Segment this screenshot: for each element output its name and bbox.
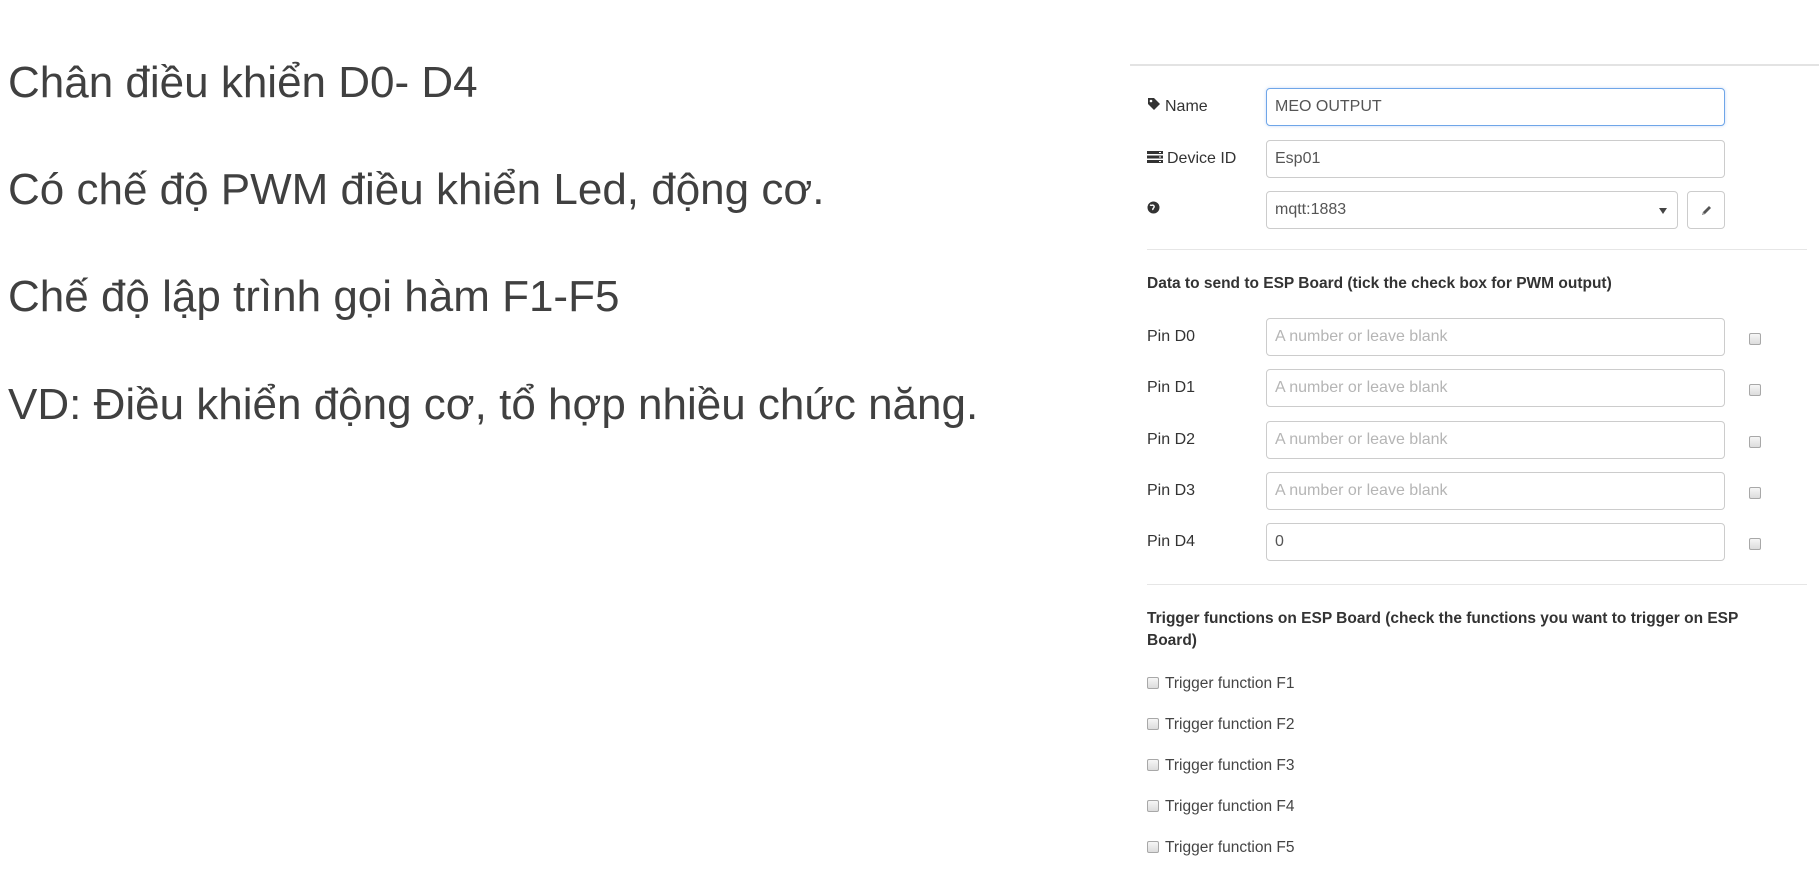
edit-broker-button[interactable] — [1687, 191, 1725, 229]
tag-icon — [1147, 88, 1161, 126]
trigger-label: Trigger function F1 — [1165, 675, 1295, 692]
trigger-f1-checkbox[interactable]: Trigger function F1 — [1147, 675, 1295, 695]
trigger-f4-checkbox[interactable]: Trigger function F4 — [1147, 798, 1295, 818]
section-divider — [1147, 249, 1807, 250]
pin-label: Pin D0 — [1147, 328, 1196, 345]
pin-d3-pwm-checkbox[interactable] — [1749, 487, 1761, 499]
name-input[interactable] — [1266, 88, 1725, 126]
broker-select-value: mqtt:1883 — [1275, 201, 1347, 218]
note-example: VD: Điều khiển động cơ, tổ hợp nhiều chứ… — [8, 380, 979, 429]
trigger-section-heading: Trigger functions on ESP Board (check th… — [1147, 610, 1739, 649]
checkbox-box[interactable] — [1147, 718, 1159, 730]
trigger-label: Trigger function F4 — [1165, 798, 1295, 815]
trigger-label: Trigger function F5 — [1165, 839, 1295, 856]
checkbox-box[interactable] — [1147, 759, 1159, 771]
pin-row: Pin D3 — [1147, 472, 1819, 510]
pin-d0-input[interactable] — [1266, 318, 1725, 356]
pin-label: Pin D3 — [1147, 482, 1196, 499]
note-functions: Chế độ lập trình gọi hàm F1-F5 — [8, 272, 620, 321]
data-section-heading: Data to send to ESP Board (tick the chec… — [1147, 275, 1612, 292]
pencil-icon — [1700, 204, 1713, 222]
checkbox-box[interactable] — [1147, 800, 1159, 812]
pin-row: Pin D1 — [1147, 369, 1819, 407]
trigger-label: Trigger function F3 — [1165, 757, 1295, 774]
pin-d2-pwm-checkbox[interactable] — [1749, 436, 1761, 448]
trigger-f5-checkbox[interactable]: Trigger function F5 — [1147, 839, 1295, 859]
pin-row: Pin D4 — [1147, 523, 1819, 561]
section-divider — [1147, 584, 1807, 585]
device-id-label: Device ID — [1147, 140, 1236, 178]
top-divider — [1130, 64, 1819, 66]
note-pins: Chân điều khiển D0- D4 — [8, 58, 478, 107]
pin-d1-pwm-checkbox[interactable] — [1749, 384, 1761, 396]
name-row: Name — [1147, 88, 1819, 126]
broker-row: mqtt:1883 — [1147, 191, 1819, 229]
pin-row: Pin D0 — [1147, 318, 1819, 356]
broker-select[interactable]: mqtt:1883 — [1266, 191, 1678, 229]
checkbox-box[interactable] — [1147, 677, 1159, 689]
server-icon — [1147, 140, 1163, 178]
note-pwm: Có chế độ PWM điều khiển Led, động cơ. — [8, 165, 825, 214]
pin-d1-input[interactable] — [1266, 369, 1725, 407]
pin-d4-input[interactable] — [1266, 523, 1725, 561]
trigger-f2-checkbox[interactable]: Trigger function F2 — [1147, 716, 1295, 736]
checkbox-box[interactable] — [1147, 841, 1159, 853]
device-id-row: Device ID — [1147, 140, 1819, 178]
node-config-form: Name Device ID mqtt:1883 Data to s — [1130, 0, 1819, 876]
pin-label: Pin D2 — [1147, 431, 1196, 448]
device-id-input[interactable] — [1266, 140, 1725, 178]
pin-d2-input[interactable] — [1266, 421, 1725, 459]
pin-row: Pin D2 — [1147, 421, 1819, 459]
trigger-f3-checkbox[interactable]: Trigger function F3 — [1147, 757, 1295, 777]
pin-d4-pwm-checkbox[interactable] — [1749, 538, 1761, 550]
globe-icon — [1147, 191, 1160, 229]
pin-label: Pin D1 — [1147, 379, 1196, 396]
pin-label: Pin D4 — [1147, 533, 1196, 550]
trigger-label: Trigger function F2 — [1165, 716, 1295, 733]
device-id-label-text: Device ID — [1167, 150, 1237, 168]
pin-d3-input[interactable] — [1266, 472, 1725, 510]
name-label-text: Name — [1165, 98, 1208, 116]
broker-label — [1147, 191, 1164, 229]
name-label: Name — [1147, 88, 1208, 126]
dropdown-caret-icon — [1659, 208, 1667, 214]
pin-d0-pwm-checkbox[interactable] — [1749, 333, 1761, 345]
